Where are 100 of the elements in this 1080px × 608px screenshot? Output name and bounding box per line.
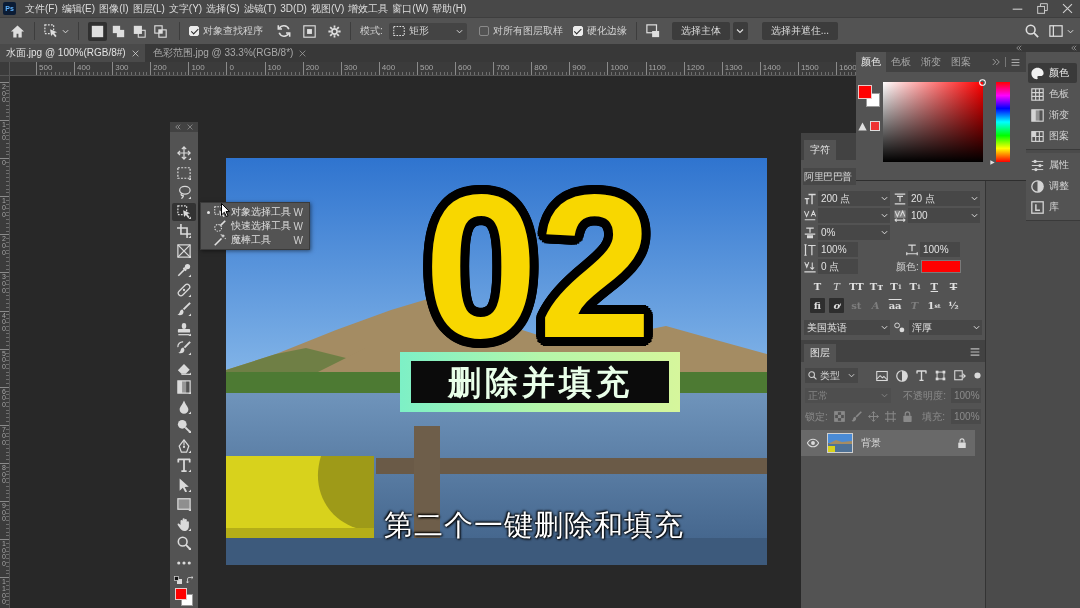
menu-icon[interactable] — [1011, 57, 1020, 67]
document-tab[interactable]: 水面.jpg @ 100%(RGB/8#) — [0, 44, 145, 62]
menu-item[interactable]: 滤镜(T) — [243, 1, 277, 16]
dropdown-button[interactable] — [732, 22, 748, 40]
web-safe-color-swatch[interactable] — [870, 121, 880, 131]
default-colors-icon[interactable] — [174, 575, 182, 584]
search-icon[interactable] — [1025, 24, 1039, 38]
menu-item[interactable]: 帮助(H) — [432, 1, 467, 16]
panel-tab[interactable]: 色板 — [886, 52, 916, 72]
restore-icon[interactable] — [1037, 3, 1048, 14]
menu-item[interactable]: 视图(V) — [310, 1, 345, 16]
dock-item[interactable]: 图案 — [1028, 126, 1077, 146]
collapse-icon[interactable] — [1016, 45, 1022, 51]
menu-item[interactable]: 图像(I) — [99, 1, 129, 16]
shape-filter-icon[interactable] — [935, 370, 946, 381]
menu-item[interactable]: 文件(F) — [25, 1, 58, 16]
square-target-icon[interactable] — [303, 24, 316, 38]
layer-filter-dropdown[interactable]: 类型 — [805, 368, 858, 383]
dock-item[interactable]: 颜色 — [1028, 63, 1077, 83]
menu-item[interactable]: 文字(Y) — [168, 1, 203, 16]
antialias-dropdown[interactable]: 浑厚 — [909, 320, 982, 335]
menu-item[interactable]: 编辑(E) — [61, 1, 96, 16]
slider-marker-icon[interactable] — [990, 159, 995, 165]
text-style-button[interactable]: T — [810, 279, 825, 294]
horizontal-scale-field[interactable]: 100% — [920, 242, 960, 257]
text-style-button[interactable]: TT — [848, 279, 865, 294]
library-icon — [1031, 200, 1044, 214]
smart-object-icon[interactable] — [954, 369, 966, 382]
text-style-button[interactable]: T — [945, 279, 961, 294]
select-subject-button[interactable]: 选择主体 — [671, 22, 730, 40]
language-dropdown[interactable]: 美国英语 — [804, 320, 890, 335]
text-style-button[interactable]: T — [926, 279, 942, 294]
leading-icon — [894, 192, 906, 205]
menu-item[interactable]: 选择(S) — [206, 1, 240, 16]
opentype-button[interactable]: ½ — [945, 298, 961, 313]
caret-icon[interactable] — [62, 27, 69, 35]
speech-bubble-icon[interactable] — [645, 24, 660, 38]
menu-item[interactable]: 增效工具 — [348, 1, 389, 16]
document-tab[interactable]: 色彩范围.jpg @ 33.3%(RGB/8*) — [146, 44, 313, 62]
dock-item[interactable]: 渐变 — [1028, 105, 1077, 125]
menu-item[interactable]: 魔棒工具 W — [201, 233, 309, 247]
collapse-icon[interactable] — [1071, 45, 1077, 51]
color-field[interactable] — [883, 82, 983, 162]
panel-layout-icon[interactable] — [1049, 24, 1063, 38]
refresh-icon[interactable] — [277, 24, 291, 38]
font-size-field[interactable]: 200 点 — [818, 191, 890, 206]
checkbox[interactable] — [478, 26, 489, 36]
tsume-field[interactable]: 0% — [818, 225, 890, 240]
dock-item[interactable]: 色板 — [1028, 84, 1077, 104]
caret-icon[interactable] — [1067, 27, 1074, 35]
opentype-button[interactable]: ơ — [829, 298, 845, 313]
home-icon[interactable] — [10, 23, 25, 39]
text-color-swatch[interactable] — [920, 260, 961, 273]
opentype-button[interactable]: aa — [887, 298, 903, 313]
menu-item[interactable]: 窗口(W) — [392, 1, 429, 16]
lock-icon[interactable] — [957, 438, 967, 448]
double-chevron-icon[interactable] — [992, 58, 1000, 66]
collapse-icon[interactable] — [175, 124, 181, 130]
leading-field[interactable]: 20 点 — [908, 191, 980, 206]
close-icon[interactable] — [1062, 3, 1073, 14]
type-icon[interactable] — [916, 370, 927, 381]
swap-icon[interactable] — [186, 575, 194, 584]
font-family-field[interactable]: 阿里巴巴普 — [803, 168, 856, 185]
new-selection-button[interactable] — [88, 21, 107, 41]
close-icon[interactable] — [187, 124, 193, 130]
select-and-mask-button[interactable]: 选择并遮住... — [761, 22, 839, 40]
dock-item[interactable]: 调整 — [1028, 176, 1077, 196]
menu-item[interactable]: 3D(D) — [280, 3, 307, 14]
menu-icon[interactable] — [970, 347, 980, 357]
dock-item[interactable]: 属性 — [1028, 155, 1077, 175]
vertical-scale-icon — [804, 243, 816, 256]
vertical-scale-field[interactable]: 100% — [818, 242, 858, 257]
text-style-button[interactable]: Tт — [868, 279, 885, 294]
text-style-button[interactable]: T — [829, 279, 845, 294]
picker-ring-icon[interactable] — [979, 79, 986, 86]
color-swatches-icon[interactable] — [175, 587, 193, 606]
ruler-label: 300 — [340, 62, 379, 75]
eye-icon[interactable] — [807, 437, 819, 449]
color-swatches-icon[interactable] — [858, 85, 880, 107]
panel-tab[interactable]: 图案 — [946, 52, 976, 72]
dock-item[interactable]: 库 — [1028, 197, 1077, 217]
filter-toggle-icon[interactable] — [974, 372, 981, 379]
tool-button[interactable] — [172, 202, 196, 221]
image-filter-icon[interactable] — [876, 369, 888, 382]
opentype-button[interactable]: fi — [810, 298, 825, 313]
layer-row[interactable]: 背景 — [801, 430, 975, 456]
tracking-field[interactable]: 100 — [908, 208, 980, 223]
menu-item[interactable]: 快速选择工具 W — [201, 219, 309, 233]
close-icon[interactable] — [299, 49, 307, 57]
panel-tab[interactable]: 颜色 — [856, 52, 886, 72]
half-circle-icon[interactable] — [896, 369, 908, 382]
mode-dropdown[interactable]: 矩形 — [388, 22, 467, 40]
panel-tab[interactable]: 图层 — [804, 344, 836, 362]
panel-tab[interactable]: 字符 — [804, 140, 836, 160]
settings-icon[interactable] — [328, 24, 341, 38]
kerning-field[interactable] — [818, 208, 890, 223]
object-selection-icon[interactable] — [44, 24, 58, 38]
menu-item[interactable]: 图层(L) — [132, 1, 165, 16]
panel-tab[interactable]: 渐变 — [916, 52, 946, 72]
baseline-shift-field[interactable]: 0 点 — [818, 259, 858, 274]
